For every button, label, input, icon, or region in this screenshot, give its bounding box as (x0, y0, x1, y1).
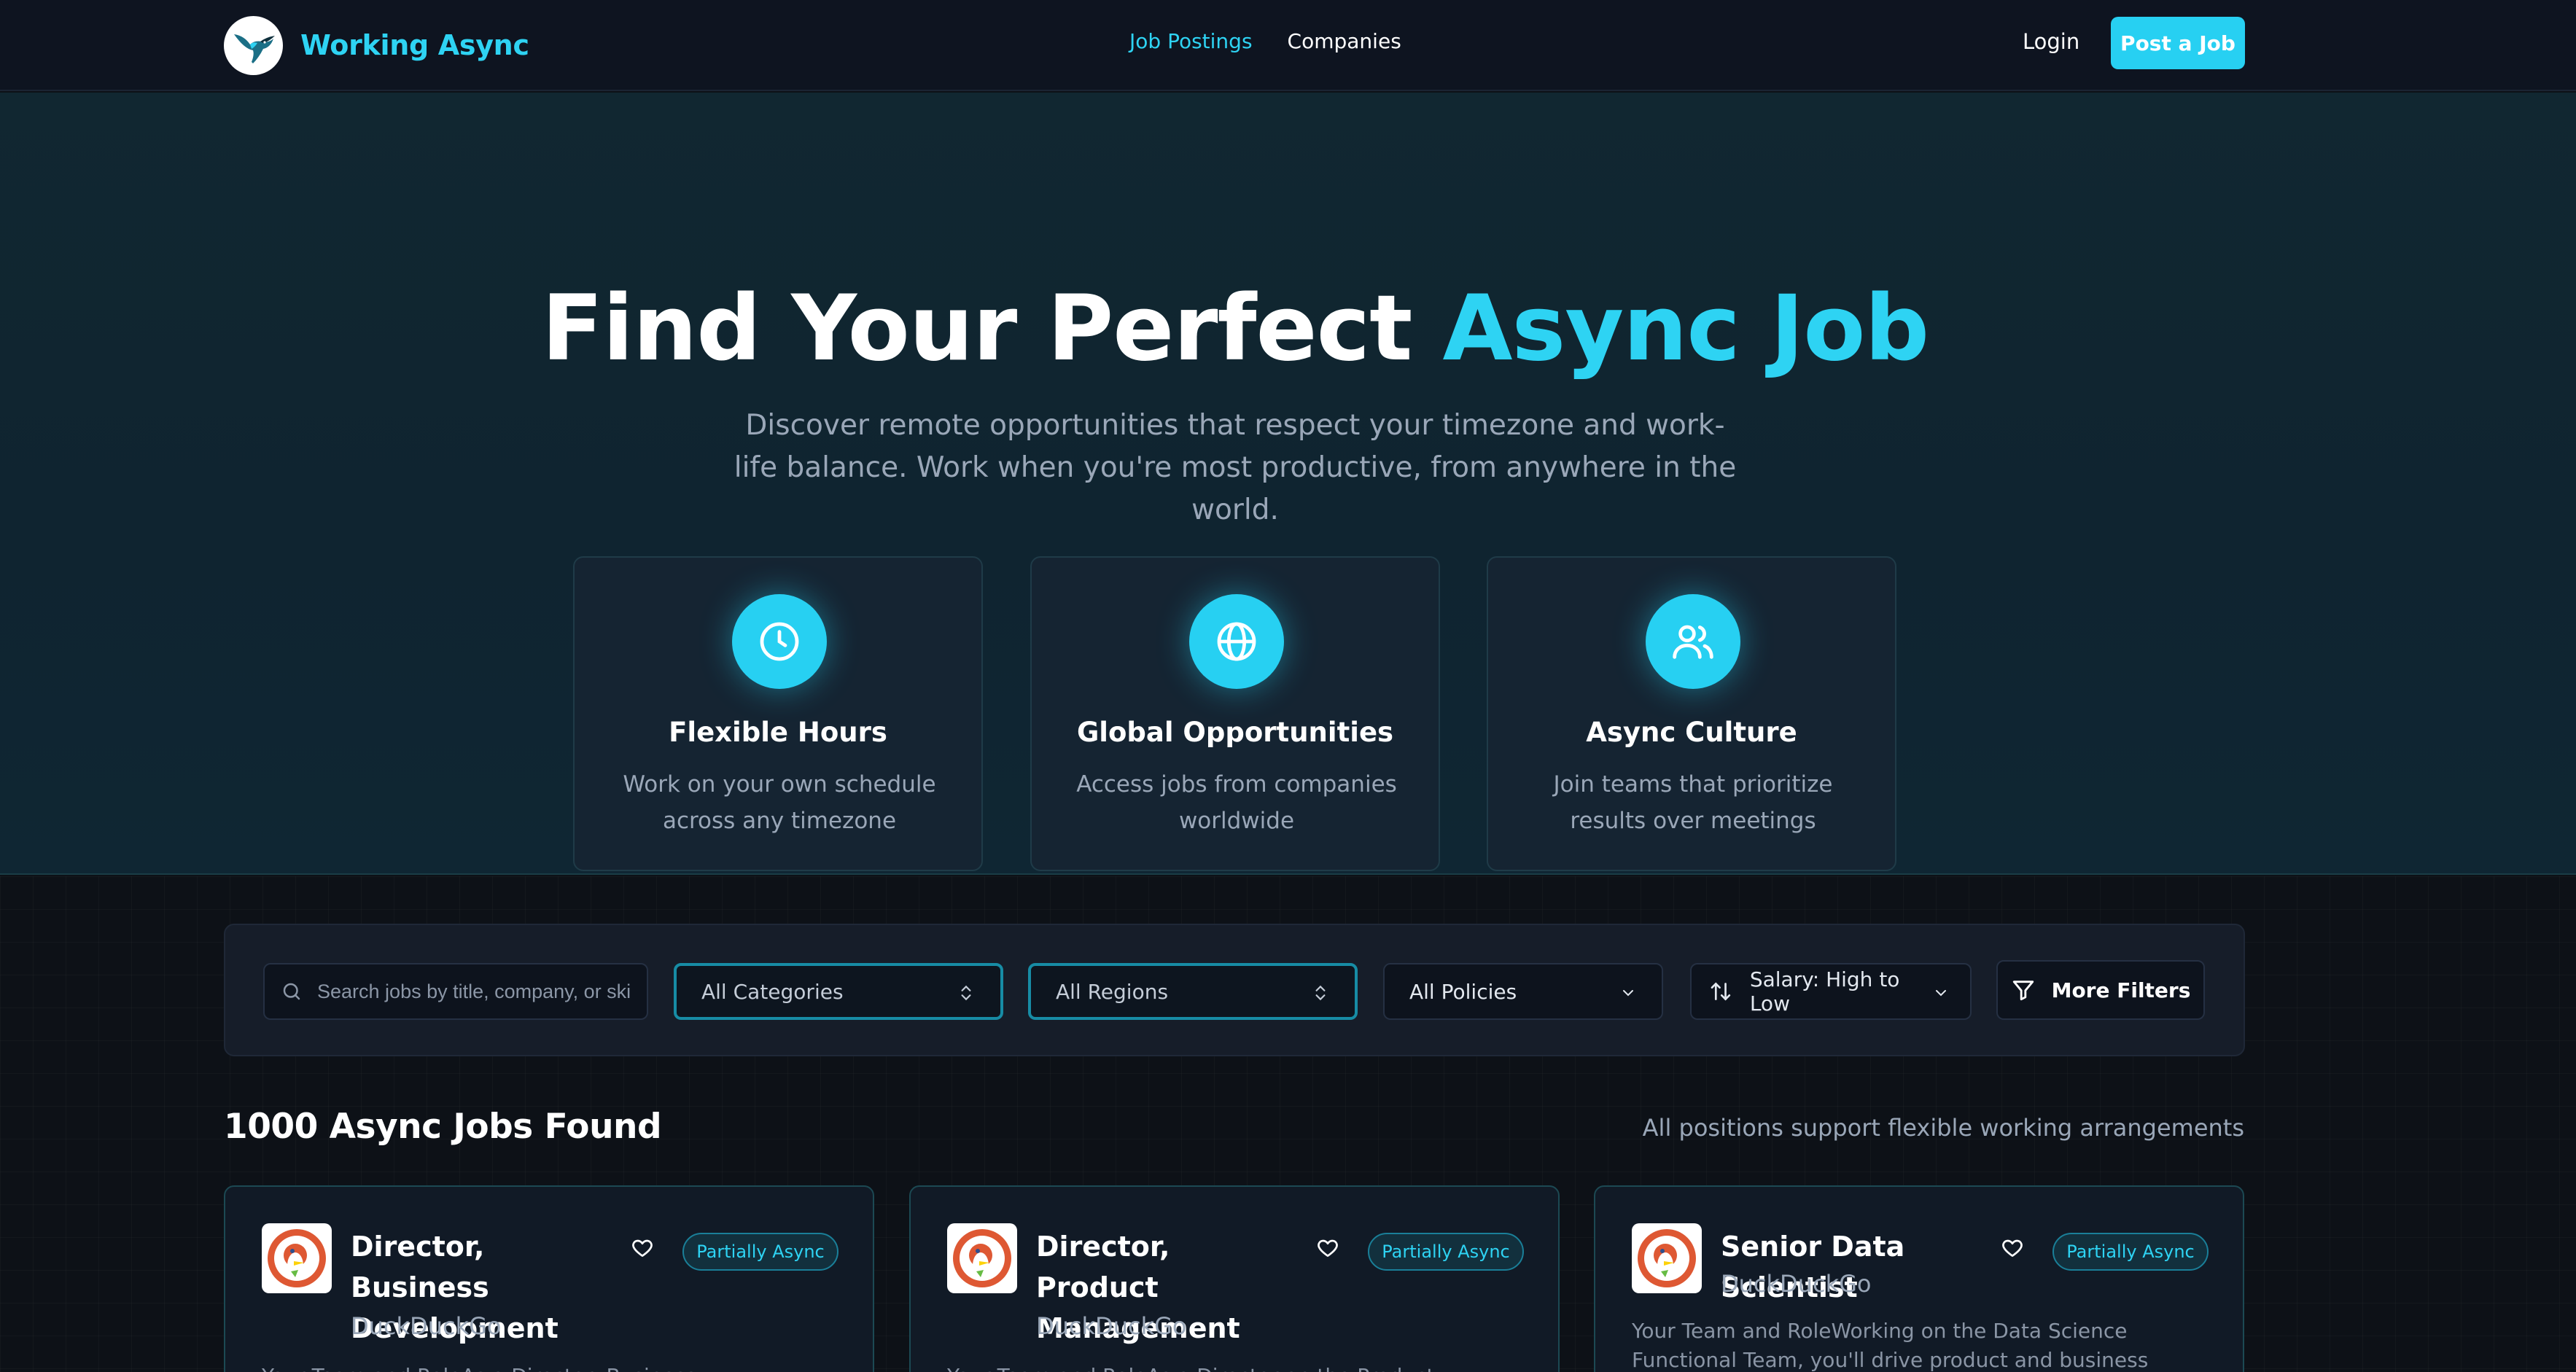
heart-icon[interactable] (2001, 1236, 2024, 1260)
feature-description: Join teams that prioritize results over … (1553, 771, 1833, 834)
results-count: 1000 Async Jobs Found (224, 1107, 662, 1147)
brand-name: Working Async (300, 29, 529, 61)
job-description: Your Team and RoleAs a Director on the P… (947, 1362, 1523, 1372)
chevron-down-icon (1623, 990, 1633, 997)
search-icon (283, 983, 300, 1000)
search-field[interactable] (263, 963, 648, 1020)
sort-select-value: Salary: High to Low (1749, 967, 1900, 1016)
filter-funnel-icon (2012, 981, 2034, 1001)
feature-description: Access jobs from companies worldwide (1076, 771, 1397, 834)
category-select-value: All Categories (701, 979, 844, 1004)
job-description: Your Team and RoleWorking on the Data Sc… (1632, 1319, 2149, 1372)
job-description: Your Team and RoleAs a Director, Busines… (262, 1362, 838, 1372)
more-filters-label: More Filters (2051, 978, 2191, 1002)
users-icon (1646, 594, 1740, 689)
job-card[interactable]: Director, Business Development DuckDuckG… (224, 1185, 874, 1372)
hummingbird-logo-icon (224, 15, 283, 75)
duckduckgo-logo-icon (1632, 1223, 1702, 1293)
results-note: All positions support flexible working a… (1642, 1114, 2244, 1142)
chevron-down-icon (1936, 990, 1946, 997)
chevron-up-down-icon (961, 985, 971, 1001)
hero-title: Find Your Perfect Async Job (0, 276, 2470, 381)
clock-icon (732, 594, 827, 689)
async-policy-badge: Partially Async (1368, 1233, 1524, 1271)
category-select[interactable]: All Categories (674, 963, 1003, 1020)
region-select-value: All Regions (1056, 979, 1169, 1004)
feature-title: Async Culture (1586, 717, 1797, 748)
main-nav: Job Postings Companies (1129, 29, 1401, 53)
policy-select-value: All Policies (1409, 979, 1517, 1004)
login-link[interactable]: Login (2023, 29, 2079, 54)
async-policy-badge: Partially Async (2052, 1233, 2209, 1271)
duckduckgo-logo-icon (947, 1223, 1017, 1293)
more-filters-button[interactable]: More Filters (1996, 960, 2205, 1020)
job-company: DuckDuckGo (1036, 1312, 1187, 1340)
feature-card-async-culture: Async Culture Join teams that prioritize… (1487, 556, 1896, 871)
async-policy-badge: Partially Async (682, 1233, 838, 1271)
nav-companies[interactable]: Companies (1288, 29, 1401, 53)
sort-arrows-icon (1711, 982, 1731, 1001)
duckduckgo-logo-icon (262, 1223, 332, 1293)
hero-section: Find Your Perfect Async Job Discover rem… (0, 93, 2576, 875)
filter-bar: All Categories All Regions All Policies … (224, 924, 2245, 1056)
heart-icon[interactable] (1316, 1236, 1339, 1260)
search-input[interactable] (317, 980, 631, 1003)
top-navbar: Working Async Job Postings Companies Log… (0, 0, 2576, 91)
chevron-up-down-icon (1315, 985, 1326, 1001)
hero-title-main: Find Your Perfect (541, 276, 1413, 381)
job-card[interactable]: Senior Data Scientist DuckDuckGo Partial… (1594, 1185, 2244, 1372)
job-company: DuckDuckGo (1721, 1270, 1872, 1298)
job-company: DuckDuckGo (351, 1312, 502, 1340)
feature-title: Flexible Hours (669, 717, 887, 748)
policy-select[interactable]: All Policies (1383, 963, 1663, 1020)
brand[interactable]: Working Async (224, 15, 529, 75)
job-card[interactable]: Director, Product Management DuckDuckGo … (909, 1185, 1560, 1372)
nav-job-postings[interactable]: Job Postings (1129, 29, 1253, 53)
post-a-job-button[interactable]: Post a Job (2111, 17, 2245, 69)
heart-icon[interactable] (631, 1236, 654, 1260)
hero-subtitle: Discover remote opportunities that respe… (734, 409, 1737, 526)
sort-select[interactable]: Salary: High to Low (1690, 963, 1972, 1020)
feature-card-flexible-hours: Flexible Hours Work on your own schedule… (573, 556, 983, 871)
globe-icon (1189, 594, 1284, 689)
region-select[interactable]: All Regions (1028, 963, 1358, 1020)
feature-title: Global Opportunities (1076, 717, 1394, 748)
hero-title-accent: Async Job (1442, 276, 1930, 381)
feature-card-global-opportunities: Global Opportunities Access jobs from co… (1030, 556, 1440, 871)
feature-description: Work on your own schedule across any tim… (623, 771, 936, 834)
